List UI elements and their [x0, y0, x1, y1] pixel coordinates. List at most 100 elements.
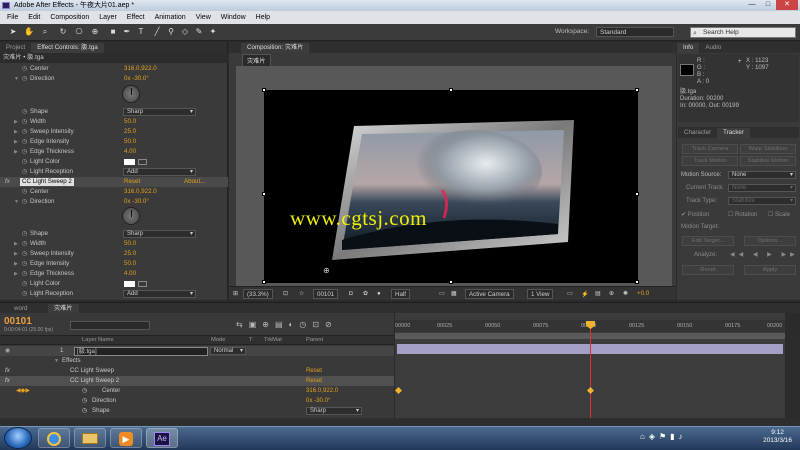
- minimize-button[interactable]: —: [744, 0, 760, 10]
- stopwatch-icon[interactable]: ◷: [22, 137, 27, 147]
- view-layout-dropdown[interactable]: 1 View: [527, 289, 554, 299]
- track-motion-button[interactable]: Track Motion: [682, 156, 738, 166]
- pan-behind-tool-icon[interactable]: ⊕: [90, 27, 100, 37]
- t-header[interactable]: T: [249, 337, 253, 343]
- twirl-icon[interactable]: ▶: [14, 127, 18, 137]
- cc-light-sweep-reset[interactable]: Reset: [306, 366, 322, 376]
- stopwatch-icon[interactable]: ◷: [22, 127, 27, 137]
- stopwatch-icon[interactable]: ◷: [22, 289, 27, 299]
- fast-previews-icon[interactable]: ⚡: [581, 290, 589, 298]
- twirl-icon[interactable]: ▶: [14, 249, 18, 259]
- taskbar-after-effects-icon[interactable]: Ae: [146, 428, 178, 448]
- camera-tool-icon[interactable]: ⎔: [74, 27, 84, 37]
- twirl-icon[interactable]: ▶: [14, 137, 18, 147]
- direction-value[interactable]: 0x -30.0°: [306, 396, 330, 406]
- stopwatch-icon[interactable]: ◷: [82, 406, 87, 416]
- ec2-sweep-value[interactable]: 25.0: [124, 249, 136, 259]
- ec2-direction-dial[interactable]: [122, 207, 140, 225]
- timeline-current-time[interactable]: 00101: [4, 316, 32, 327]
- stopwatch-icon[interactable]: ◷: [22, 147, 27, 157]
- ec1-light-reception-dropdown[interactable]: Add: [123, 168, 196, 176]
- safe-zones-icon[interactable]: ⊡: [283, 290, 288, 297]
- menu-file[interactable]: File: [2, 14, 23, 21]
- magnification-dropdown[interactable]: (33.3%): [243, 289, 273, 299]
- mask-visibility-icon[interactable]: ☆: [299, 290, 305, 297]
- current-time-indicator[interactable]: [590, 324, 591, 418]
- text-tool-icon[interactable]: T: [136, 27, 146, 37]
- exposure-value[interactable]: +0.0: [637, 290, 649, 297]
- stopwatch-icon[interactable]: ◷: [22, 117, 27, 127]
- stabilize-motion-button[interactable]: Stabilize Motion: [740, 156, 796, 166]
- stopwatch-icon[interactable]: ◷: [82, 386, 87, 396]
- ec1-shape-dropdown[interactable]: Sharp: [123, 108, 196, 116]
- roto-brush-tool-icon[interactable]: ✎: [194, 27, 204, 37]
- reset-button[interactable]: Reset: [682, 265, 734, 275]
- selection-tool-icon[interactable]: ➤: [8, 27, 18, 37]
- zoom-tool-icon[interactable]: ⌕: [40, 27, 50, 37]
- eye-icon[interactable]: ◉: [5, 346, 10, 356]
- options-button[interactable]: Options...: [744, 236, 796, 246]
- scale-checkbox[interactable]: ☐ Scale: [768, 211, 790, 218]
- edit-target-button[interactable]: Edit Target...: [682, 236, 734, 246]
- rotate-tool-icon[interactable]: ↻: [58, 27, 68, 37]
- transform-handle[interactable]: [262, 88, 266, 92]
- stopwatch-icon[interactable]: ◷: [22, 64, 27, 74]
- track-type-dropdown[interactable]: Stabilize: [728, 197, 796, 205]
- layer-name-header[interactable]: Layer Name: [82, 337, 114, 343]
- ec1-edge-intensity-value[interactable]: 50.0: [124, 137, 136, 147]
- keyframe-nav-icon[interactable]: ◀◆▶: [16, 386, 30, 396]
- camera-view-dropdown[interactable]: Active Camera: [465, 289, 514, 299]
- ec2-center-value[interactable]: 316.0,922.0: [124, 187, 157, 197]
- transform-handle[interactable]: [262, 192, 266, 196]
- stopwatch-icon[interactable]: ◷: [22, 269, 27, 279]
- flowchart-icon[interactable]: ⊕: [609, 290, 614, 297]
- taskbar-explorer-icon[interactable]: [74, 428, 106, 448]
- ec2-direction-value[interactable]: 0x -30.0°: [124, 197, 149, 207]
- start-button[interactable]: [4, 427, 32, 449]
- clone-stamp-tool-icon[interactable]: ⚲: [166, 27, 176, 37]
- tab-info[interactable]: Info: [677, 43, 700, 53]
- light-color-swatch[interactable]: [124, 159, 135, 165]
- snapshot-icon[interactable]: ◘: [349, 290, 353, 297]
- tab-tracker[interactable]: Tracker: [717, 128, 750, 138]
- fx-toggle-icon[interactable]: fx: [5, 177, 10, 187]
- mode-header[interactable]: Mode: [211, 337, 226, 343]
- transform-handle[interactable]: [635, 192, 639, 196]
- fx-icon[interactable]: fx: [5, 366, 10, 376]
- position-checkbox[interactable]: ✔ Position: [681, 211, 709, 218]
- tab-character[interactable]: Character: [678, 128, 717, 138]
- motion-source-dropdown[interactable]: None: [728, 171, 796, 179]
- twirl-icon[interactable]: ▶: [14, 239, 18, 249]
- track-camera-button[interactable]: Track Camera: [682, 144, 738, 154]
- pixel-aspect-icon[interactable]: ▭: [567, 290, 573, 297]
- stopwatch-icon[interactable]: ◷: [22, 259, 27, 269]
- shape-property-row[interactable]: ◷ Shape Sharp: [0, 406, 394, 416]
- center-value[interactable]: 316.0,922.0: [306, 386, 338, 396]
- tab-composition[interactable]: Composition: 灾难片: [241, 43, 310, 53]
- cc-light-sweep-row[interactable]: fx CC Light Sweep Reset: [0, 366, 394, 376]
- fx-icon[interactable]: fx: [5, 376, 10, 386]
- resolution-dropdown[interactable]: Half: [391, 289, 411, 299]
- hand-tool-icon[interactable]: ✋: [24, 27, 34, 37]
- reset-exposure-icon[interactable]: ✺: [623, 290, 628, 297]
- twirl-icon[interactable]: ▼: [54, 356, 59, 366]
- effect-about-link[interactable]: About...: [184, 177, 205, 187]
- twirl-icon[interactable]: ▶: [14, 117, 18, 127]
- eraser-tool-icon[interactable]: ◇: [180, 27, 190, 37]
- framed-photo-layer[interactable]: [332, 120, 576, 260]
- warp-stabilizer-button[interactable]: Warp Stabilizer: [740, 144, 796, 154]
- stopwatch-icon[interactable]: ◷: [22, 229, 27, 239]
- anchor-point-icon[interactable]: ⊕: [323, 266, 330, 275]
- menu-window[interactable]: Window: [216, 14, 251, 21]
- stopwatch-icon[interactable]: ◷: [22, 167, 27, 177]
- twirl-icon[interactable]: ▶: [14, 259, 18, 269]
- stopwatch-icon[interactable]: ◷: [82, 396, 87, 406]
- cc-light-sweep-2-reset[interactable]: Reset: [306, 376, 322, 386]
- twirl-icon[interactable]: ▶: [14, 147, 18, 157]
- ec1-sweep-value[interactable]: 25.0: [124, 127, 136, 137]
- region-of-interest-icon[interactable]: ▭: [439, 290, 445, 297]
- transform-handle[interactable]: [635, 280, 639, 284]
- layer-row-1[interactable]: ◉ 1 [䏜.tga] Normal: [0, 346, 394, 356]
- search-help-input[interactable]: ⌕ Search Help: [690, 27, 796, 38]
- stopwatch-icon[interactable]: ◷: [22, 279, 27, 289]
